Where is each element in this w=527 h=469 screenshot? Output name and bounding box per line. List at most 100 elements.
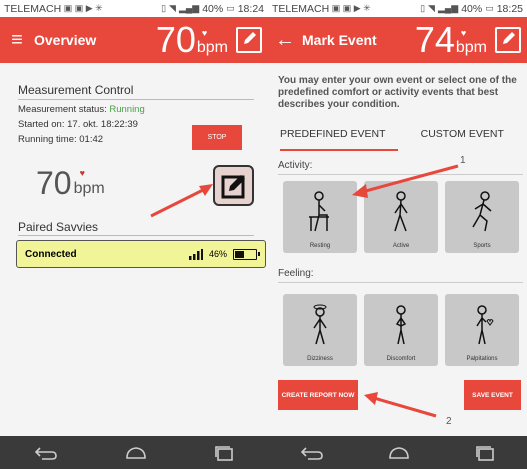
- tab-predefined-event[interactable]: PREDEFINED EVENT: [268, 128, 398, 150]
- heart-rate-large-value: 70: [36, 165, 72, 201]
- measurement-status-row: Measurement status: Running: [18, 104, 145, 115]
- callout-1: 1: [460, 155, 466, 166]
- device-battery-percent: 46%: [208, 249, 227, 259]
- heart-rate-display: 74 ♥ bpm: [415, 22, 487, 58]
- activity-label-text: Resting: [309, 243, 331, 249]
- tab-custom-event[interactable]: CUSTOM EVENT: [398, 128, 527, 150]
- feeling-palpitations-tile[interactable]: Palpitations: [445, 294, 519, 366]
- feeling-label: Feeling:: [278, 268, 314, 279]
- battery-icon: ▭: [485, 3, 494, 13]
- stop-button[interactable]: STOP: [192, 125, 242, 150]
- wifi-icon: ◥: [169, 3, 176, 13]
- device-status: Connected: [25, 248, 77, 260]
- heart-rate-display: 70 ♥ bpm: [156, 22, 228, 58]
- callout-2: 2: [446, 416, 452, 427]
- vibrate-icon: ▯: [161, 3, 167, 13]
- running-time-row: Running time: 01:42: [18, 134, 103, 145]
- running-label: Running time:: [18, 134, 77, 145]
- heart-rate-value: 70: [155, 19, 196, 60]
- signal-strength-icon: [188, 248, 203, 260]
- image-icon: ▣ ▣ ▶ ✳: [329, 3, 371, 13]
- navigation-bar: [0, 436, 268, 469]
- clock: 18:25: [496, 2, 523, 15]
- recents-nav-icon[interactable]: [475, 445, 495, 461]
- paired-savvies-title: Paired Savvies: [18, 220, 99, 234]
- heart-rate-value: 74: [414, 19, 455, 60]
- carrier-label: TELEMACH: [272, 2, 330, 15]
- activity-active-tile[interactable]: Active: [364, 181, 438, 253]
- heart-rate-unit: bpm: [196, 39, 228, 56]
- mark-event-screen: TELEMACH ▣ ▣ ▶ ✳ ▯ ◥ ▂▄▆ 40% ▭ 18:25 ← M…: [268, 0, 527, 469]
- heart-rate-large-unit: bpm: [73, 180, 105, 197]
- walking-icon: [394, 191, 408, 232]
- clock: 18:24: [237, 2, 264, 15]
- page-title: Mark Event: [302, 32, 377, 48]
- carrier-label: TELEMACH: [4, 2, 62, 15]
- create-report-button[interactable]: CREATE REPORT NOW: [278, 380, 358, 410]
- heart-icon: ♥: [460, 28, 467, 38]
- started-on-row: Started on: 17. okt. 18:22:39: [18, 119, 138, 130]
- back-nav-icon[interactable]: [300, 446, 324, 460]
- divider: [18, 235, 254, 236]
- battery-icon: ▭: [226, 3, 235, 13]
- status-value: Running: [109, 104, 145, 115]
- feeling-label-text: Palpitations: [466, 356, 498, 362]
- divider: [278, 174, 523, 175]
- back-arrow-icon[interactable]: ←: [268, 29, 302, 52]
- running-value: 01:42: [79, 134, 104, 145]
- battery-percent: 40%: [202, 2, 224, 15]
- home-nav-icon[interactable]: [125, 446, 147, 460]
- back-nav-icon[interactable]: [34, 446, 58, 460]
- status-bar: TELEMACH ▣ ▣ ▶ ✳ ▯ ◥ ▂▄▆ 40% ▭ 18:25: [268, 0, 527, 17]
- feeling-discomfort-tile[interactable]: Discomfort: [364, 294, 438, 366]
- activity-resting-tile[interactable]: Resting: [283, 181, 357, 253]
- dizziness-icon: [313, 304, 327, 345]
- paired-device-row[interactable]: Connected 46%: [16, 240, 266, 268]
- event-tabs: PREDEFINED EVENT CUSTOM EVENT: [268, 128, 527, 150]
- edit-event-icon[interactable]: [495, 27, 521, 53]
- signal-icon: ▂▄▆: [437, 3, 459, 13]
- app-bar: ← Mark Event 74 ♥ bpm: [268, 17, 527, 63]
- menu-icon[interactable]: ≡: [0, 29, 34, 52]
- mark-event-button[interactable]: [213, 165, 254, 206]
- measurement-control-title: Measurement Control: [18, 83, 134, 97]
- divider: [278, 282, 523, 283]
- edit-icon: [221, 174, 245, 198]
- app-bar: ≡ Overview 70 ♥ bpm: [0, 17, 268, 63]
- status-label: Measurement status:: [18, 104, 107, 115]
- page-title: Overview: [34, 32, 97, 48]
- annotation-arrow: [150, 184, 213, 218]
- annotation-arrow-2: [364, 392, 437, 418]
- discomfort-icon: [395, 305, 407, 345]
- navigation-bar: [268, 436, 527, 469]
- signal-icon: ▂▄▆: [178, 3, 200, 13]
- activity-label: Activity:: [278, 160, 313, 171]
- activity-label-text: Active: [392, 243, 410, 249]
- heart-icon: ♥: [79, 168, 85, 178]
- intro-text: You may enter your own event or select o…: [278, 75, 517, 110]
- vibrate-icon: ▯: [420, 3, 426, 13]
- save-event-button[interactable]: SAVE EVENT: [464, 380, 521, 410]
- device-battery-icon: [233, 248, 260, 260]
- status-bar: TELEMACH ▣ ▣ ▶ ✳ ▯ ◥ ▂▄▆ 40% ▭ 18:24: [0, 0, 268, 17]
- image-icon: ▣ ▣ ▶ ✳: [61, 3, 103, 13]
- home-nav-icon[interactable]: [388, 446, 410, 460]
- recents-nav-icon[interactable]: [214, 445, 234, 461]
- tab-indicator: [280, 149, 398, 151]
- started-label: Started on:: [18, 119, 65, 130]
- heart-rate-unit: bpm: [455, 39, 487, 56]
- edit-event-icon[interactable]: [236, 27, 262, 53]
- resting-icon: [309, 191, 329, 232]
- started-value: 17. okt. 18:22:39: [67, 119, 138, 130]
- overview-screen: TELEMACH ▣ ▣ ▶ ✳ ▯ ◥ ▂▄▆ 40% ▭ 18:24 ≡ O…: [0, 0, 268, 469]
- wifi-icon: ◥: [428, 3, 435, 13]
- heart-rate-large: 70 ♥ bpm: [36, 167, 105, 199]
- activity-sports-tile[interactable]: Sports: [445, 181, 519, 253]
- feeling-label-text: Discomfort: [386, 356, 416, 362]
- feeling-label-text: Dizziness: [307, 356, 333, 362]
- running-icon: [472, 191, 492, 232]
- battery-percent: 40%: [461, 2, 483, 15]
- feeling-dizziness-tile[interactable]: Dizziness: [283, 294, 357, 366]
- palpitations-icon: [476, 305, 494, 345]
- activity-label-text: Sports: [473, 243, 491, 249]
